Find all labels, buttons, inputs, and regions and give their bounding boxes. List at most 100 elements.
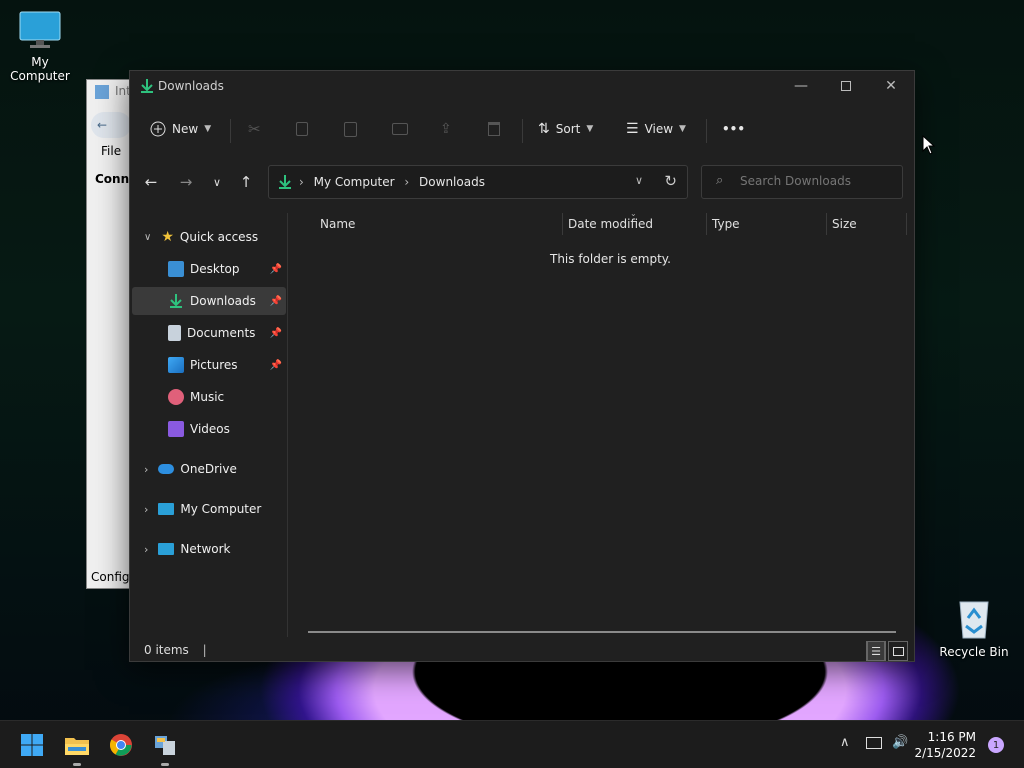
toolbar-divider: [522, 119, 523, 143]
breadcrumb-my-computer[interactable]: My Computer: [314, 175, 395, 189]
close-button[interactable]: ✕: [868, 71, 914, 101]
show-hidden-icons-button[interactable]: ∧: [840, 735, 850, 750]
nav-label: Videos: [190, 422, 230, 436]
delete-button[interactable]: [488, 117, 500, 141]
desktop-icon-label: Recycle Bin: [939, 645, 1009, 659]
search-box[interactable]: ⌕: [701, 165, 903, 199]
breadcrumb-downloads[interactable]: Downloads: [419, 175, 485, 189]
desktop-icon-recycle-bin[interactable]: Recycle Bin: [934, 596, 1014, 659]
view-button[interactable]: ☰ View ▼: [626, 117, 686, 141]
recent-locations-button[interactable]: ∨: [204, 171, 230, 193]
list-view-icon: ☰: [626, 121, 639, 137]
running-indicator: [161, 763, 169, 766]
up-arrow-icon: ↑: [239, 173, 253, 191]
search-input[interactable]: [740, 174, 890, 188]
pin-icon: 📌: [269, 295, 282, 307]
new-button[interactable]: New ▼: [150, 117, 211, 141]
title-bar[interactable]: Downloads — ✕: [130, 71, 914, 103]
forward-button[interactable]: →: [173, 171, 199, 193]
new-label: New: [172, 122, 199, 136]
sort-icon: ⇅: [538, 121, 550, 137]
empty-folder-message: This folder is empty.: [550, 252, 671, 266]
network-icon: [158, 543, 175, 555]
mouse-cursor-icon: [922, 135, 936, 155]
sort-label: Sort: [555, 122, 581, 136]
file-list[interactable]: Name Date modified ⌄ Type Size This fold…: [290, 209, 914, 639]
tiles-view-button[interactable]: [888, 641, 908, 661]
folder-icon: [65, 738, 89, 755]
nav-label: Downloads: [190, 294, 256, 308]
address-bar[interactable]: › My Computer › Downloads ∨ ↻: [268, 165, 688, 199]
notification-badge[interactable]: 1: [988, 737, 1004, 753]
network-status-icon: [866, 737, 882, 749]
column-divider[interactable]: [706, 213, 707, 235]
taskbar-chrome[interactable]: [107, 731, 135, 759]
nav-label: Documents: [187, 326, 256, 340]
up-button[interactable]: ↑: [233, 171, 259, 193]
nav-item-music[interactable]: Music: [132, 383, 286, 411]
desktop-icon-label: My Computer: [10, 55, 70, 83]
nav-item-downloads[interactable]: Downloads 📌: [132, 287, 286, 315]
chevron-right-icon: ›: [144, 462, 149, 476]
nav-item-network[interactable]: › Network: [132, 535, 286, 563]
details-view-button[interactable]: ☰: [866, 641, 886, 661]
share-button[interactable]: ⇪: [440, 117, 452, 141]
column-divider[interactable]: [826, 213, 827, 235]
copy-button[interactable]: [296, 117, 308, 141]
window-title: Downloads: [158, 79, 224, 93]
network-status-button[interactable]: [866, 735, 882, 749]
minimize-button[interactable]: —: [778, 71, 824, 101]
nav-item-documents[interactable]: Documents 📌: [132, 319, 286, 347]
column-divider[interactable]: [562, 213, 563, 235]
column-divider[interactable]: [906, 213, 907, 235]
running-indicator: [73, 763, 81, 766]
sort-button[interactable]: ⇅ Sort ▼: [538, 117, 593, 141]
chevron-right-icon: ›: [144, 502, 149, 516]
pictures-icon: [168, 357, 184, 373]
tiles-view-icon: [892, 646, 904, 656]
monitor-icon: [19, 11, 61, 48]
column-header-name[interactable]: Name: [320, 217, 355, 231]
documents-icon: [168, 325, 181, 341]
start-button[interactable]: [18, 731, 46, 759]
maximize-button[interactable]: [823, 71, 869, 101]
pin-icon: 📌: [269, 327, 282, 339]
chevron-down-icon: ∨: [144, 231, 152, 243]
column-header-size[interactable]: Size: [832, 217, 857, 231]
nav-item-onedrive[interactable]: › OneDrive: [132, 455, 286, 483]
back-button[interactable]: ←: [138, 171, 164, 193]
taskbar-network-app[interactable]: [151, 731, 179, 759]
cut-button[interactable]: ✂: [248, 117, 261, 141]
nav-item-pictures[interactable]: Pictures 📌: [132, 351, 286, 379]
nav-label: Quick access: [179, 230, 259, 244]
clock[interactable]: 1:16 PM 2/15/2022: [914, 729, 976, 761]
taskbar-file-explorer[interactable]: [63, 731, 91, 759]
rename-button[interactable]: [392, 117, 408, 141]
desktop-icon: [168, 261, 184, 277]
pin-icon: 📌: [269, 263, 282, 275]
horizontal-scrollbar[interactable]: [308, 631, 896, 633]
desktop-icon-my-computer[interactable]: My Computer: [0, 10, 80, 83]
address-dropdown-chevron-icon[interactable]: ∨: [635, 174, 643, 187]
nav-item-my-computer[interactable]: › My Computer: [132, 495, 286, 523]
back-arrow-icon[interactable]: ←: [91, 112, 131, 138]
refresh-icon[interactable]: ↻: [664, 172, 677, 190]
share-icon: ⇪: [440, 121, 452, 137]
clipboard-icon: [344, 121, 357, 137]
view-label: View: [644, 122, 674, 136]
menu-file[interactable]: File: [101, 144, 121, 158]
nav-item-videos[interactable]: Videos: [132, 415, 286, 443]
more-options-button[interactable]: •••: [722, 117, 745, 141]
recycle-bin-icon: [959, 601, 989, 639]
nav-item-desktop[interactable]: Desktop 📌: [132, 255, 286, 283]
nav-quick-access[interactable]: ∨ ★ Quick access: [132, 223, 286, 251]
clock-time: 1:16 PM: [927, 730, 976, 744]
search-icon: ⌕: [716, 173, 724, 188]
column-header-date-modified[interactable]: Date modified: [568, 217, 653, 231]
paste-button[interactable]: [344, 117, 357, 141]
chrome-icon: [110, 734, 132, 756]
column-header-type[interactable]: Type: [712, 217, 740, 231]
toolbar-divider: [706, 119, 707, 143]
volume-button[interactable]: 🔊: [892, 735, 908, 750]
details-view-icon: ☰: [867, 641, 885, 661]
